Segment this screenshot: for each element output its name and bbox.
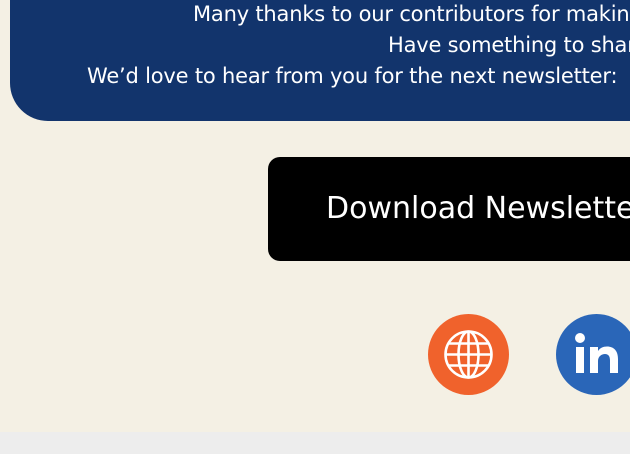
linkedin-icon [575,333,618,373]
website-link[interactable] [428,314,509,395]
download-newsletter-button[interactable]: Download Newsletter [268,157,630,261]
banner-thanks-text: Many thanks to our contributors for maki… [193,2,630,26]
linkedin-link[interactable] [556,314,630,395]
globe-icon [444,330,493,379]
banner-share-text: Have something to share? [388,33,630,57]
footer-strip [0,432,630,454]
banner-invite-text: We’d love to hear from you for the next … [87,64,618,88]
newsletter-footer-section: Many thanks to our contributors for maki… [0,0,630,454]
download-newsletter-label: Download Newsletter [326,191,630,226]
